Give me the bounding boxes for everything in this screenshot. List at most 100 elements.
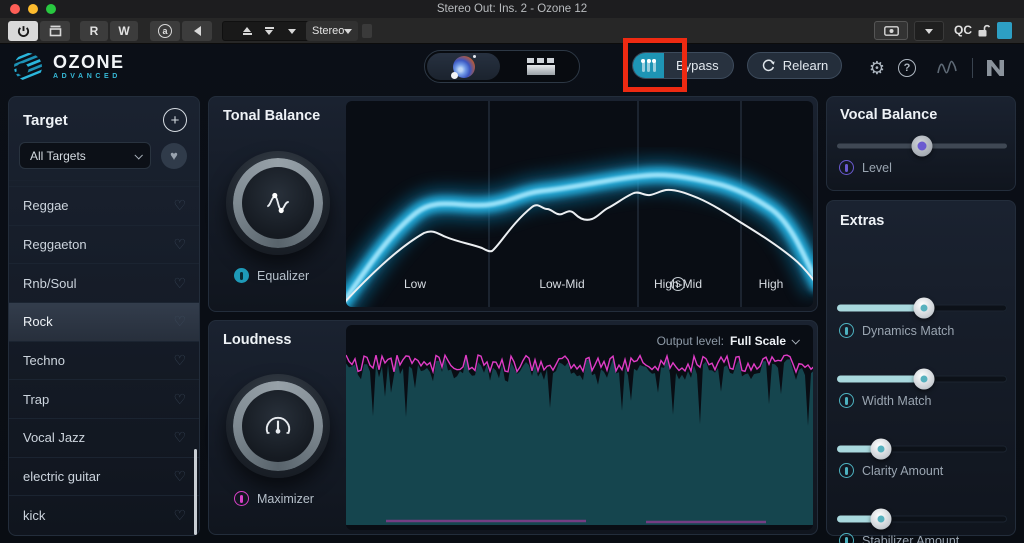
dynamics-match-label: Dynamics Match: [862, 324, 954, 338]
target-item[interactable]: Techno♡: [9, 341, 199, 380]
compare-a-icon: a: [158, 24, 172, 38]
channel-mode-value: Stereo: [312, 25, 344, 37]
extras-panel: Extras Dynamics Match Width Match: [826, 200, 1016, 536]
qc-button[interactable]: QC: [954, 23, 972, 37]
vocal-balance-panel: Vocal Balance Level: [826, 96, 1016, 191]
target-item[interactable]: electric guitar♡: [9, 457, 199, 496]
channel-strip-button[interactable]: [40, 21, 70, 41]
compare-button[interactable]: a: [150, 21, 180, 41]
minimize-window-button[interactable]: [28, 4, 38, 14]
heart-outline-icon[interactable]: ♡: [173, 507, 186, 524]
close-window-button[interactable]: [10, 4, 20, 14]
relearn-button[interactable]: Relearn: [747, 52, 842, 79]
target-item[interactable]: Reggaeton♡: [9, 225, 199, 264]
stabilizer-amount-slider[interactable]: [837, 508, 1007, 530]
clarity-amount-thumb[interactable]: [871, 439, 892, 460]
dynamics-match-row: Dynamics Match: [839, 323, 954, 338]
heart-outline-icon[interactable]: ♡: [173, 313, 186, 330]
tonal-balance-panel: Tonal Balance Equalizer: [208, 96, 818, 312]
equalizer-power-icon[interactable]: [234, 268, 249, 283]
brand-name: OZONE: [53, 54, 125, 71]
clarity-amount-slider[interactable]: [837, 438, 1007, 460]
output-level-value: Full Scale: [730, 334, 786, 348]
assistant-view-tab[interactable]: [427, 53, 500, 80]
target-filter-dropdown[interactable]: All Targets: [19, 142, 151, 169]
extras-title: Extras: [840, 213, 884, 229]
plugin-header-bar: R W a Stereo QC: [0, 18, 1024, 44]
target-item[interactable]: Reggae♡: [9, 186, 199, 225]
snapshot-button[interactable]: [874, 21, 908, 40]
clarity-amount-label: Clarity Amount: [862, 464, 943, 478]
heart-outline-icon[interactable]: ♡: [173, 197, 186, 214]
preset-menu-button[interactable]: [282, 21, 302, 41]
settings-gear-icon[interactable]: ⚙: [869, 59, 885, 77]
plugin-power-button[interactable]: [8, 21, 38, 41]
target-item[interactable]: Trap♡: [9, 379, 199, 418]
unlock-icon: [977, 24, 990, 38]
brand-tier: ADVANCED: [53, 73, 125, 80]
scrollbar[interactable]: [194, 449, 197, 535]
chevron-down-icon: [288, 29, 296, 34]
loudness-display: Output level: Full Scale: [346, 325, 813, 530]
loudness-knob[interactable]: [226, 374, 330, 478]
view-menu-button[interactable]: [914, 21, 944, 41]
level-label-row: Level: [839, 160, 892, 175]
add-target-button[interactable]: +: [163, 108, 187, 132]
target-item[interactable]: kick♡: [9, 495, 199, 534]
tonal-balance-knob[interactable]: [226, 151, 330, 255]
target-item[interactable]: Vocal Jazz♡: [9, 418, 199, 457]
width-match-slider[interactable]: [837, 368, 1007, 390]
stabilizer-amount-thumb[interactable]: [871, 509, 892, 530]
previous-preset-button[interactable]: [236, 21, 258, 41]
dynamics-match-power-icon[interactable]: [839, 323, 854, 338]
equalizer-module-row: Equalizer: [234, 268, 309, 283]
lock-button[interactable]: [977, 24, 990, 43]
annotation-box: [623, 38, 687, 92]
width-match-power-icon[interactable]: [839, 393, 854, 408]
automation-read-button[interactable]: R: [80, 21, 108, 41]
help-icon[interactable]: ?: [898, 59, 916, 77]
stabilizer-amount-row: Stabilizer Amount: [839, 533, 959, 543]
refresh-icon: [761, 58, 776, 73]
loudness-waveform: [346, 351, 813, 525]
ni-logo-icon[interactable]: [986, 60, 1012, 76]
chevron-down-icon: [134, 151, 142, 159]
target-panel: Target + All Targets ♥ Reggae♡ Reggaeton…: [8, 96, 200, 536]
output-level-label: Output level:: [657, 334, 724, 348]
color-swatch[interactable]: [997, 22, 1012, 39]
heart-outline-icon[interactable]: ♡: [173, 429, 186, 446]
channel-mode-select[interactable]: Stereo: [306, 21, 358, 41]
automation-write-button[interactable]: W: [110, 21, 138, 41]
heart-icon: ♥: [170, 148, 178, 163]
favorites-filter-button[interactable]: ♥: [161, 143, 187, 169]
next-preset-button[interactable]: [258, 21, 280, 41]
target-item[interactable]: Rnb/Soul♡: [9, 263, 199, 302]
band-labels: Low Low-Mid SHigh-Mid High: [346, 284, 813, 300]
clarity-amount-power-icon[interactable]: [839, 463, 854, 478]
stabilizer-amount-power-icon[interactable]: [839, 533, 854, 543]
vocal-balance-title: Vocal Balance: [840, 107, 937, 123]
target-item-selected[interactable]: Rock♡: [9, 302, 199, 341]
dynamics-match-thumb[interactable]: [913, 298, 934, 319]
target-title: Target: [23, 112, 68, 129]
dynamics-match-slider[interactable]: [837, 297, 1007, 319]
heart-outline-icon[interactable]: ♡: [173, 275, 186, 292]
heart-outline-icon[interactable]: ♡: [173, 236, 186, 253]
heart-outline-icon[interactable]: ♡: [173, 468, 186, 485]
level-slider-thumb[interactable]: [912, 136, 933, 157]
width-match-thumb[interactable]: [913, 369, 934, 390]
level-slider[interactable]: [837, 135, 1007, 157]
side-chain-back-button[interactable]: [182, 21, 212, 41]
target-list: Reggae♡ Reggaeton♡ Rnb/Soul♡ Rock♡ Techn…: [9, 186, 199, 534]
maximizer-power-icon[interactable]: [234, 491, 249, 506]
heart-outline-icon[interactable]: ♡: [173, 352, 186, 369]
clarity-amount-row: Clarity Amount: [839, 463, 943, 478]
module-chain-icon: [527, 58, 555, 75]
output-level-control[interactable]: Output level: Full Scale: [657, 334, 798, 348]
level-power-icon[interactable]: [839, 160, 854, 175]
izotope-scribble-icon[interactable]: [935, 58, 959, 78]
maximize-window-button[interactable]: [46, 4, 56, 14]
maximizer-label: Maximizer: [257, 492, 314, 506]
detailed-view-tab[interactable]: [504, 53, 577, 80]
heart-outline-icon[interactable]: ♡: [173, 391, 186, 408]
